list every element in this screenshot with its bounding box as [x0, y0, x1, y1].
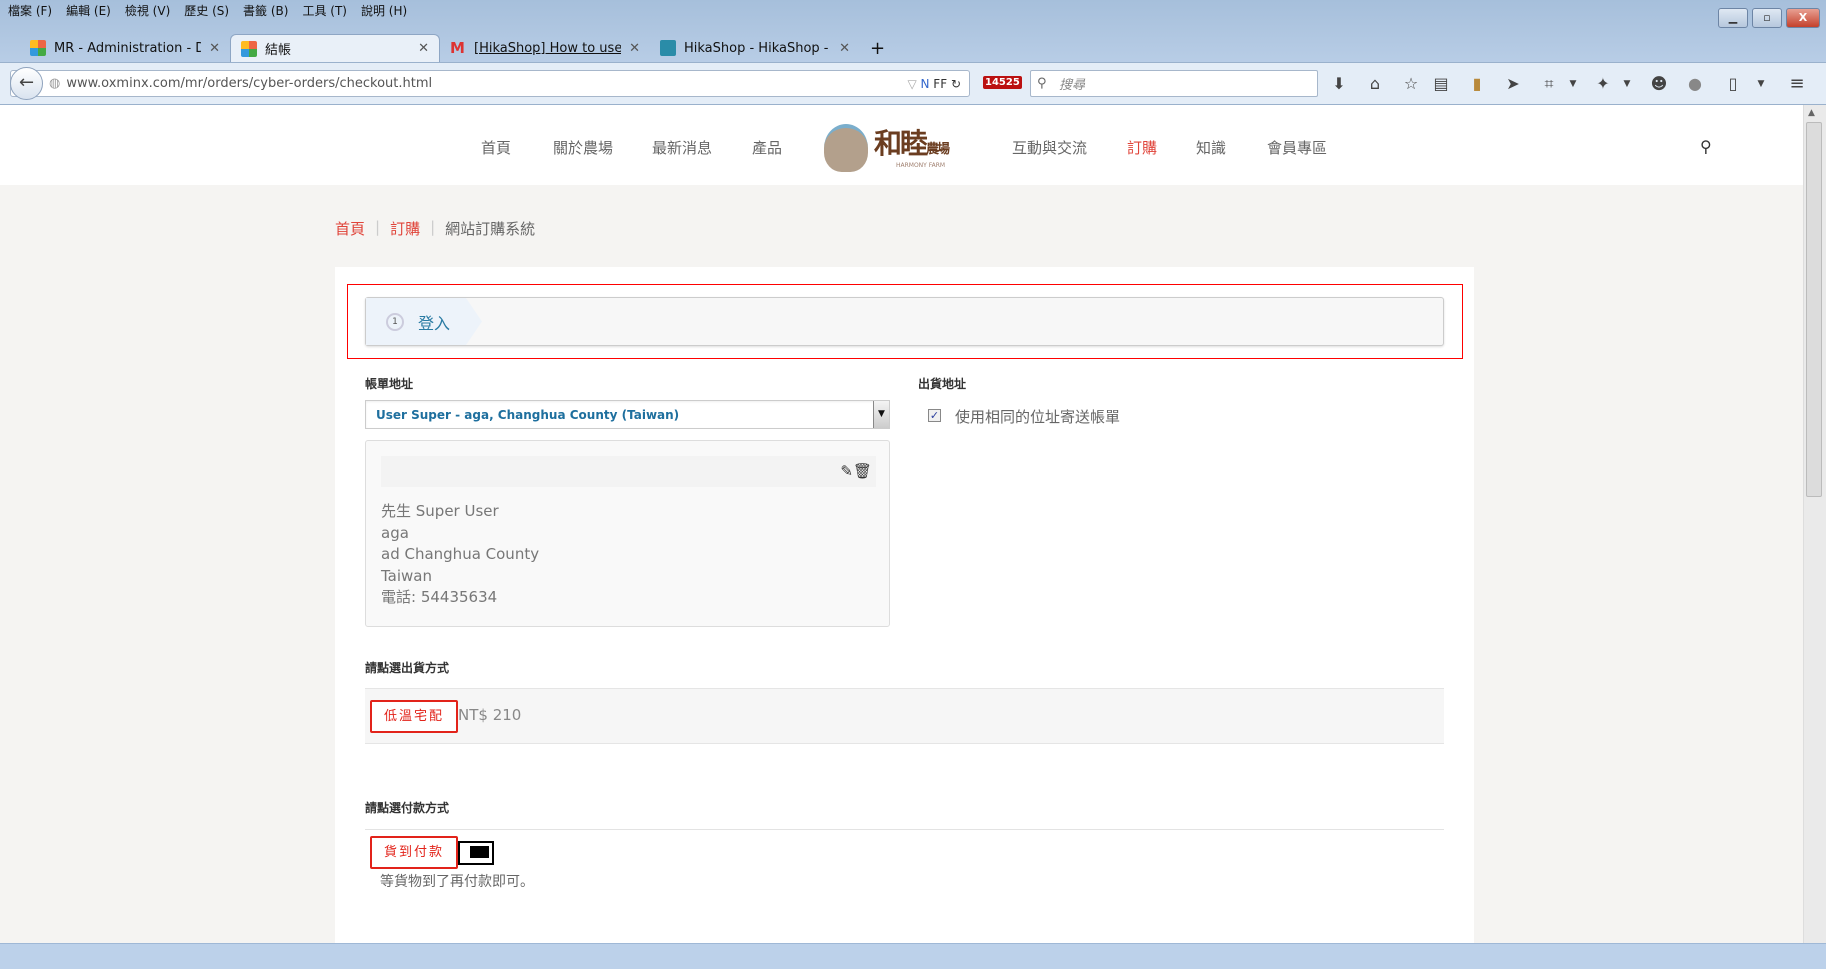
mushroom-logo-icon [824, 124, 868, 172]
scroll-up-icon[interactable]: ▲ [1808, 108, 1815, 118]
home-icon[interactable]: ⌂ [1364, 73, 1386, 95]
breadcrumb: 首頁 | 訂購 | 網站訂購系統 [335, 218, 536, 239]
nav-order[interactable]: 訂購 [1127, 137, 1157, 158]
ff-button[interactable]: FF [933, 77, 947, 91]
same-address-label[interactable]: 使用相同的位址寄送帳單 [955, 406, 1120, 427]
tab-administration[interactable]: MR - Administration - Di...✕ [20, 34, 230, 62]
nav-home[interactable]: 首頁 [481, 137, 511, 158]
breadcrumb-home[interactable]: 首頁 [335, 218, 365, 239]
divider [365, 829, 1444, 830]
chevron-down-icon[interactable]: ▼ [873, 401, 889, 428]
extension-icon[interactable]: ✦ [1592, 73, 1614, 95]
menu-edit[interactable]: 編輯 (E) [66, 2, 111, 19]
close-tab-icon[interactable]: ✕ [629, 41, 640, 56]
url-text[interactable]: www.oxminx.com/mr/orders/cyber-orders/ch… [66, 76, 432, 91]
hamburger-menu-icon[interactable]: ≡ [1786, 73, 1808, 95]
new-tab-button[interactable]: + [860, 34, 894, 62]
gmail-icon: M [450, 39, 465, 57]
shipping-address-title: 出貨地址 [918, 377, 967, 391]
clipboard-icon[interactable]: ▤ [1430, 73, 1452, 95]
site-logo[interactable]: 和睦農場 HARMONY FARM [820, 120, 980, 175]
dropdown-icon[interactable]: ▽ [907, 77, 920, 91]
edit-icon[interactable]: ✎ [840, 462, 853, 480]
address-lines: 先生 Super User aga ad Changhua County Tai… [381, 502, 540, 606]
joomla-icon [241, 40, 257, 57]
search-icon: ⚲ [1037, 76, 1047, 91]
close-tab-icon[interactable]: ✕ [209, 41, 220, 56]
menu-view[interactable]: 檢視 (V) [125, 2, 170, 19]
tab-strip: MR - Administration - Di...✕ 結帳✕ M[HikaS… [20, 34, 894, 62]
dropdown-icon[interactable]: ▼ [1562, 73, 1584, 95]
nav-interaction[interactable]: 互動與交流 [1012, 137, 1087, 158]
joomla-icon [30, 40, 46, 56]
nav-members[interactable]: 會員專區 [1267, 137, 1327, 158]
bookmark-star-icon[interactable]: ☆ [1400, 73, 1422, 95]
shipping-method-row: 低溫宅配 NT$ 210 [365, 688, 1444, 744]
nav-products[interactable]: 產品 [752, 137, 782, 158]
crop-icon[interactable]: ⌗ [1538, 73, 1560, 95]
search-icon[interactable]: ⚲ [1700, 137, 1712, 156]
close-tab-icon[interactable]: ✕ [418, 41, 429, 56]
menu-bookmarks[interactable]: 書籤 (B) [243, 2, 288, 19]
step-login[interactable]: 1 登入 [366, 298, 482, 345]
status-bar [0, 943, 1826, 969]
shipping-method-button[interactable]: 低溫宅配 [370, 700, 459, 733]
payment-method-button[interactable]: 貨到付款 [370, 836, 459, 869]
billing-address-select[interactable]: User Super - aga, Changhua County (Taiwa… [365, 400, 890, 429]
breadcrumb-order[interactable]: 訂購 [390, 218, 420, 239]
reload-icon[interactable]: ↻ [951, 77, 961, 91]
payment-method-title: 請點選付款方式 [365, 801, 450, 815]
globe-icon: ◍ [49, 76, 61, 91]
address-card: ✎🗑 先生 Super User aga ad Changhua County … [365, 440, 890, 627]
close-tab-icon[interactable]: ✕ [839, 41, 850, 56]
step-label: 登入 [418, 313, 451, 333]
menu-file[interactable]: 檔案 (F) [8, 2, 52, 19]
dropdown-icon[interactable]: ▼ [1750, 73, 1772, 95]
tab-hikashop-gmail[interactable]: M[HikaShop] How to use a ...✕ [440, 34, 650, 62]
payment-description: 等貨物到了再付款即可。 [380, 874, 534, 890]
close-window-button[interactable]: X [1786, 8, 1820, 28]
maximize-button[interactable]: ▫ [1752, 8, 1782, 28]
menu-tools[interactable]: 工具 (T) [302, 2, 347, 19]
trash-icon[interactable]: 🗑 [853, 462, 872, 480]
shipping-price: NT$ 210 [458, 706, 522, 724]
back-button[interactable]: ← [10, 67, 43, 100]
address-toolbar: ✎🗑 [381, 456, 876, 487]
menu-bar: 檔案 (F) 編輯 (E) 檢視 (V) 歷史 (S) 書籤 (B) 工具 (T… [8, 2, 407, 19]
minimize-button[interactable]: ▁ [1718, 8, 1748, 28]
breadcrumb-current: 網站訂購系統 [445, 220, 536, 238]
search-input[interactable]: ⚲ 搜尋 [1030, 70, 1318, 97]
step-number: 1 [386, 312, 404, 331]
nav-knowledge[interactable]: 知識 [1196, 137, 1226, 158]
addon-icon[interactable]: ● [1684, 73, 1706, 95]
notification-badge[interactable]: 14525 [983, 76, 1022, 89]
book-icon[interactable]: ▮ [1466, 73, 1488, 95]
device-icon[interactable]: ▯ [1722, 73, 1744, 95]
checkout-steps: 1 登入 [365, 297, 1444, 346]
menu-history[interactable]: 歷史 (S) [184, 2, 229, 19]
shipping-method-title: 請點選出貨方式 [365, 661, 450, 675]
chat-icon[interactable]: ☻ [1648, 73, 1670, 95]
url-bar[interactable]: ◍ www.oxminx.com/mr/orders/cyber-orders/… [10, 70, 970, 97]
tab-hikashop[interactable]: HikaShop - HikaShop - T...✕ [650, 34, 860, 62]
n-icon[interactable]: N [920, 77, 929, 91]
tab-checkout[interactable]: 結帳 ✕ [230, 34, 440, 62]
hikashop-icon [660, 40, 676, 56]
menu-help[interactable]: 說明 (H) [361, 2, 407, 19]
download-icon[interactable]: ⬇ [1328, 73, 1350, 95]
send-icon[interactable]: ➤ [1502, 73, 1524, 95]
scrollbar-thumb[interactable] [1806, 122, 1822, 497]
same-address-checkbox[interactable]: ✓ [928, 409, 941, 422]
billing-address-title: 帳單地址 [365, 377, 414, 391]
nav-about[interactable]: 關於農場 [553, 137, 613, 158]
nav-news[interactable]: 最新消息 [652, 137, 712, 158]
dropdown-icon[interactable]: ▼ [1616, 73, 1638, 95]
delivery-truck-icon [458, 841, 494, 865]
